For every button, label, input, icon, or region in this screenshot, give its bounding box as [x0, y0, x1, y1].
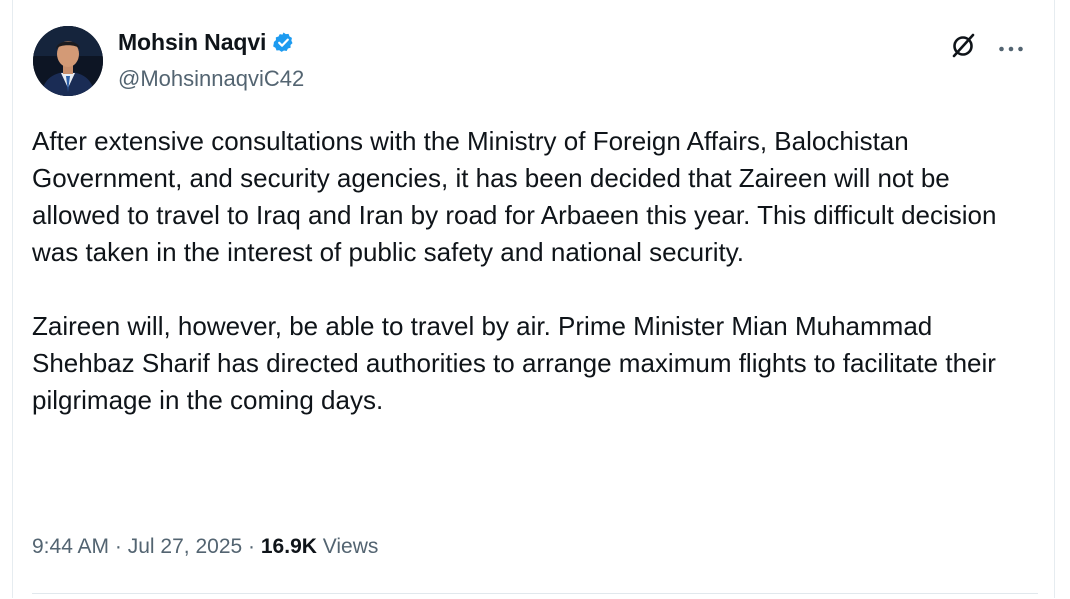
- grok-slash-circle-icon[interactable]: [948, 30, 978, 60]
- views-label: Views: [322, 535, 379, 558]
- post-meta: 9:44 AM · Jul 27, 2025 · 16.9K Views: [32, 535, 378, 559]
- author-name-row[interactable]: Mohsin Naqvi: [118, 29, 295, 56]
- author-display-name[interactable]: Mohsin Naqvi: [118, 29, 266, 56]
- divider: [32, 593, 1038, 594]
- verified-badge-icon: [272, 31, 295, 54]
- post-body: After extensive consultations with the M…: [32, 123, 1012, 419]
- avatar[interactable]: [33, 26, 103, 96]
- author-handle[interactable]: @MohsinnaqviC42: [118, 66, 304, 92]
- avatar-image: [33, 26, 103, 96]
- more-dots-icon[interactable]: [998, 40, 1024, 52]
- post-date[interactable]: Jul 27, 2025: [128, 535, 242, 558]
- post-time[interactable]: 9:44 AM: [32, 535, 109, 558]
- meta-separator: ·: [248, 535, 256, 558]
- post-paragraph: Zaireen will, however, be able to travel…: [32, 311, 996, 415]
- meta-separator: ·: [114, 535, 122, 558]
- views-count: 16.9K: [260, 535, 317, 558]
- post-paragraph: After extensive consultations with the M…: [32, 126, 997, 267]
